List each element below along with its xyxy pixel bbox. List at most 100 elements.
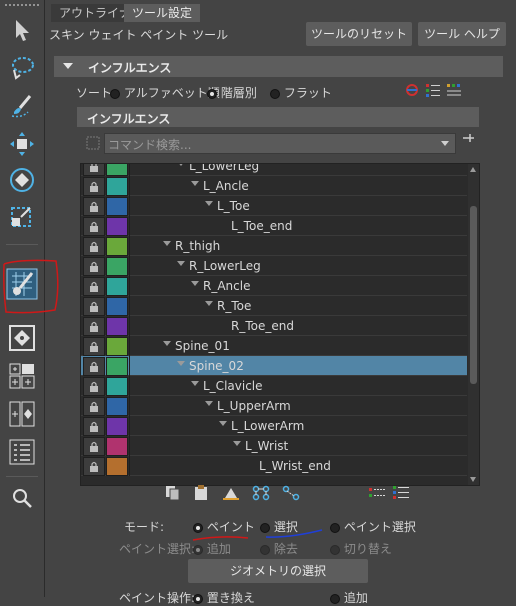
lock-icon[interactable] [83, 197, 105, 216]
joint-color-swatch[interactable] [106, 257, 128, 276]
table-row[interactable]: L_Wrist_end [81, 456, 467, 476]
table-row[interactable]: Spine_01 [81, 336, 467, 356]
radio-op-add[interactable] [330, 593, 340, 604]
tree-scrollbar[interactable] [468, 164, 479, 485]
lock-icon[interactable] [83, 257, 105, 276]
table-row[interactable]: R_Ancle [81, 276, 467, 296]
select-tool-arrow-icon[interactable] [4, 14, 40, 46]
influence-tree[interactable]: L_LowerLeg L_Ancle L_Toe L_Toe_end R_thigh R_… [80, 163, 480, 486]
expand-chevron-icon[interactable] [205, 301, 213, 306]
scale-tool-icon[interactable] [4, 200, 40, 232]
radio-hierarchy[interactable] [207, 88, 217, 99]
sort-option-alphabetical[interactable]: アルファベット順 [110, 84, 220, 101]
paint-operation-replace[interactable]: 置き換え [193, 589, 255, 606]
hierarchy-list-icon[interactable] [424, 82, 442, 98]
table-row[interactable]: R_LowerLeg [81, 256, 467, 276]
filter-icon[interactable] [84, 135, 102, 151]
lock-icon[interactable] [83, 217, 105, 236]
lock-icon[interactable] [83, 417, 105, 436]
lock-icon[interactable] [83, 457, 105, 476]
table-row[interactable]: L_LowerLeg [81, 164, 467, 176]
rotate-tool-icon[interactable] [4, 164, 40, 196]
radio-mode-paint-select[interactable] [330, 522, 340, 533]
joint-color-swatch[interactable] [106, 177, 128, 196]
sort-tree-icon[interactable] [368, 485, 386, 501]
joint-color-swatch[interactable] [106, 237, 128, 256]
joint-color-swatch[interactable] [106, 197, 128, 216]
table-row[interactable]: R_Toe [81, 296, 467, 316]
outliner-list-icon[interactable] [4, 436, 40, 468]
lock-icon[interactable] [83, 357, 105, 376]
lock-icon[interactable] [83, 277, 105, 296]
flood-weights-icon[interactable] [222, 485, 240, 501]
sort-option-flat[interactable]: フラット [270, 84, 332, 101]
lasso-tool-icon[interactable] [4, 52, 40, 84]
paint-operation-add[interactable]: 追加 [330, 589, 368, 606]
scroll-thumb[interactable] [470, 206, 477, 384]
sort-option-hierarchy[interactable]: 階層別 [207, 84, 257, 101]
expand-chevron-icon[interactable] [191, 181, 199, 186]
table-row[interactable]: R_Toe_end [81, 316, 467, 336]
search-icon[interactable] [4, 482, 40, 514]
expand-chevron-icon[interactable] [177, 361, 185, 366]
select-joints-icon[interactable] [252, 485, 270, 501]
radio-paint-select-toggle[interactable] [330, 544, 340, 555]
flat-list-icon[interactable] [445, 82, 463, 98]
table-row[interactable]: L_Toe_end [81, 216, 467, 236]
table-row[interactable]: L_LowerArm [81, 416, 467, 436]
radio-flat[interactable] [270, 88, 280, 99]
reset-icon[interactable] [403, 82, 421, 98]
lock-icon[interactable] [83, 337, 105, 356]
layout-four-pane-icon[interactable] [4, 360, 40, 392]
lock-icon[interactable] [83, 377, 105, 396]
joint-color-swatch[interactable] [106, 217, 128, 236]
joint-color-swatch[interactable] [106, 277, 128, 296]
joint-color-swatch[interactable] [106, 337, 128, 356]
radio-alphabetical[interactable] [110, 88, 120, 99]
radio-op-replace[interactable] [193, 593, 203, 604]
select-verts-icon[interactable] [282, 485, 300, 501]
paint-select-option-remove[interactable]: 除去 [260, 540, 298, 557]
expand-chevron-icon[interactable] [219, 421, 227, 426]
expand-chevron-icon[interactable] [191, 281, 199, 286]
table-row[interactable]: L_UpperArm [81, 396, 467, 416]
pin-icon[interactable] [459, 130, 477, 146]
layout-split-icon[interactable] [4, 398, 40, 430]
tab-tool-settings[interactable]: ツール設定 [124, 4, 201, 22]
move-tool-icon[interactable] [4, 128, 40, 160]
table-row[interactable]: L_Clavicle [81, 376, 467, 396]
joint-color-swatch[interactable] [106, 417, 128, 436]
paint-select-option-add[interactable]: 追加 [193, 540, 231, 557]
symmetry-tool-icon[interactable] [4, 322, 40, 354]
table-row[interactable]: R_thigh [81, 236, 467, 256]
lock-icon[interactable] [83, 317, 105, 336]
expand-chevron-icon[interactable] [163, 341, 171, 346]
lock-icon[interactable] [83, 437, 105, 456]
joint-color-swatch[interactable] [106, 457, 128, 476]
reset-tool-button[interactable]: ツールのリセット [306, 22, 412, 46]
radio-paint-select-add[interactable] [193, 544, 203, 555]
command-search-field[interactable]: コマンド検索... [104, 133, 456, 154]
toolbar-grip[interactable] [4, 3, 40, 7]
joint-color-swatch[interactable] [106, 317, 128, 336]
paste-weights-icon[interactable] [192, 485, 210, 501]
table-row[interactable]: Spine_02 [81, 356, 467, 376]
copy-weights-icon[interactable] [163, 485, 181, 501]
expand-chevron-icon[interactable] [205, 201, 213, 206]
lock-icon[interactable] [83, 397, 105, 416]
table-row[interactable]: L_Toe [81, 196, 467, 216]
table-row[interactable]: L_Ancle [81, 176, 467, 196]
joint-color-swatch[interactable] [106, 377, 128, 396]
joint-color-swatch[interactable] [106, 397, 128, 416]
joint-color-swatch[interactable] [106, 164, 128, 176]
joint-color-swatch[interactable] [106, 357, 128, 376]
tool-help-button[interactable]: ツール ヘルプ [418, 22, 506, 46]
expand-chevron-icon[interactable] [191, 381, 199, 386]
lock-icon[interactable] [83, 177, 105, 196]
hierarchy-tree-icon[interactable] [392, 485, 410, 501]
expand-chevron-icon[interactable] [205, 401, 213, 406]
lock-icon[interactable] [83, 164, 105, 176]
expand-chevron-icon[interactable] [163, 241, 171, 246]
lock-icon[interactable] [83, 237, 105, 256]
joint-color-swatch[interactable] [106, 437, 128, 456]
